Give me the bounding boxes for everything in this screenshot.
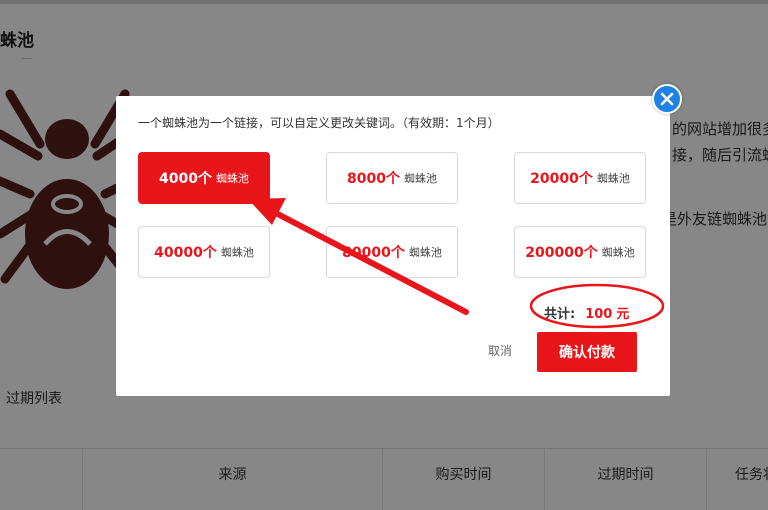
package-option-20000[interactable]: 20000个 蜘蛛池 [514, 152, 646, 204]
package-option-200000[interactable]: 200000个 蜘蛛池 [514, 226, 646, 278]
cancel-button[interactable]: 取消 [488, 342, 512, 359]
package-option-4000[interactable]: 4000个 蜘蛛池 [138, 152, 270, 204]
option-count: 8000个 [347, 171, 400, 187]
option-count: 40000个 [154, 245, 217, 261]
option-count: 80000个 [342, 245, 405, 261]
close-icon [660, 92, 674, 106]
option-unit: 蜘蛛池 [596, 172, 630, 185]
option-unit: 蜘蛛池 [601, 246, 635, 259]
total-label: 共计: [544, 307, 576, 322]
total-price: 共计: 100 元 [544, 303, 629, 322]
option-unit: 蜘蛛池 [408, 246, 442, 259]
total-amount: 100 [585, 307, 613, 322]
option-unit: 蜘蛛池 [403, 172, 437, 185]
package-option-80000[interactable]: 80000个 蜘蛛池 [326, 226, 458, 278]
package-option-40000[interactable]: 40000个 蜘蛛池 [138, 226, 270, 278]
option-count: 200000个 [525, 245, 598, 261]
option-count: 4000个 [159, 171, 212, 187]
close-button[interactable] [652, 84, 682, 114]
option-unit: 蜘蛛池 [215, 172, 249, 185]
package-option-8000[interactable]: 8000个 蜘蛛池 [326, 152, 458, 204]
dialog-description: 一个蜘蛛池为一个链接，可以自定义更改关键词。（有效期：1个月） [138, 116, 500, 130]
total-currency: 元 [616, 307, 630, 322]
option-unit: 蜘蛛池 [220, 246, 254, 259]
option-count: 20000个 [530, 171, 593, 187]
confirm-payment-button[interactable]: 确认付款 [537, 332, 637, 372]
purchase-dialog: 一个蜘蛛池为一个链接，可以自定义更改关键词。（有效期：1个月） 4000个 蜘蛛池… [116, 96, 670, 396]
